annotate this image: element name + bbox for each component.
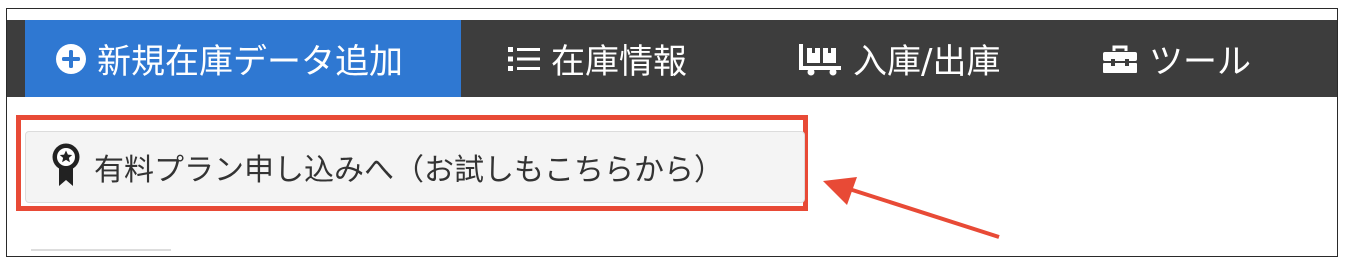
list-icon	[507, 44, 541, 74]
dolly-icon	[797, 42, 843, 76]
toolbox-icon	[1101, 44, 1139, 74]
award-ribbon-icon	[52, 142, 80, 192]
annotation-arrow-icon	[823, 177, 1000, 239]
nav-stock-in-out[interactable]: 入庫/出庫	[797, 20, 1000, 97]
top-navbar: 新規在庫データ追加 在庫情報 入庫/出庫 ツール	[7, 20, 1337, 97]
nav-info-label: 在庫情報	[551, 42, 687, 82]
nav-new-stock-data[interactable]: 新規在庫データ追加	[25, 20, 461, 97]
nav-tools-label: ツール	[1149, 42, 1251, 82]
screenshot-frame: 新規在庫データ追加 在庫情報 入庫/出庫 ツール 有料プラン申し込みへ（お試しも…	[6, 8, 1338, 257]
plus-circle-icon	[55, 43, 87, 75]
nav-tools[interactable]: ツール	[1101, 20, 1251, 97]
paid-plan-label: 有料プラン申し込みへ（お試しもこちらから）	[94, 153, 724, 188]
paid-plan-button[interactable]: 有料プラン申し込みへ（お試しもこちらから）	[25, 131, 805, 203]
nav-new-label: 新規在庫データ追加	[97, 42, 403, 82]
cutoff-content	[31, 249, 171, 256]
nav-stock-info[interactable]: 在庫情報	[507, 20, 687, 97]
nav-stock-label: 入庫/出庫	[853, 42, 1001, 82]
